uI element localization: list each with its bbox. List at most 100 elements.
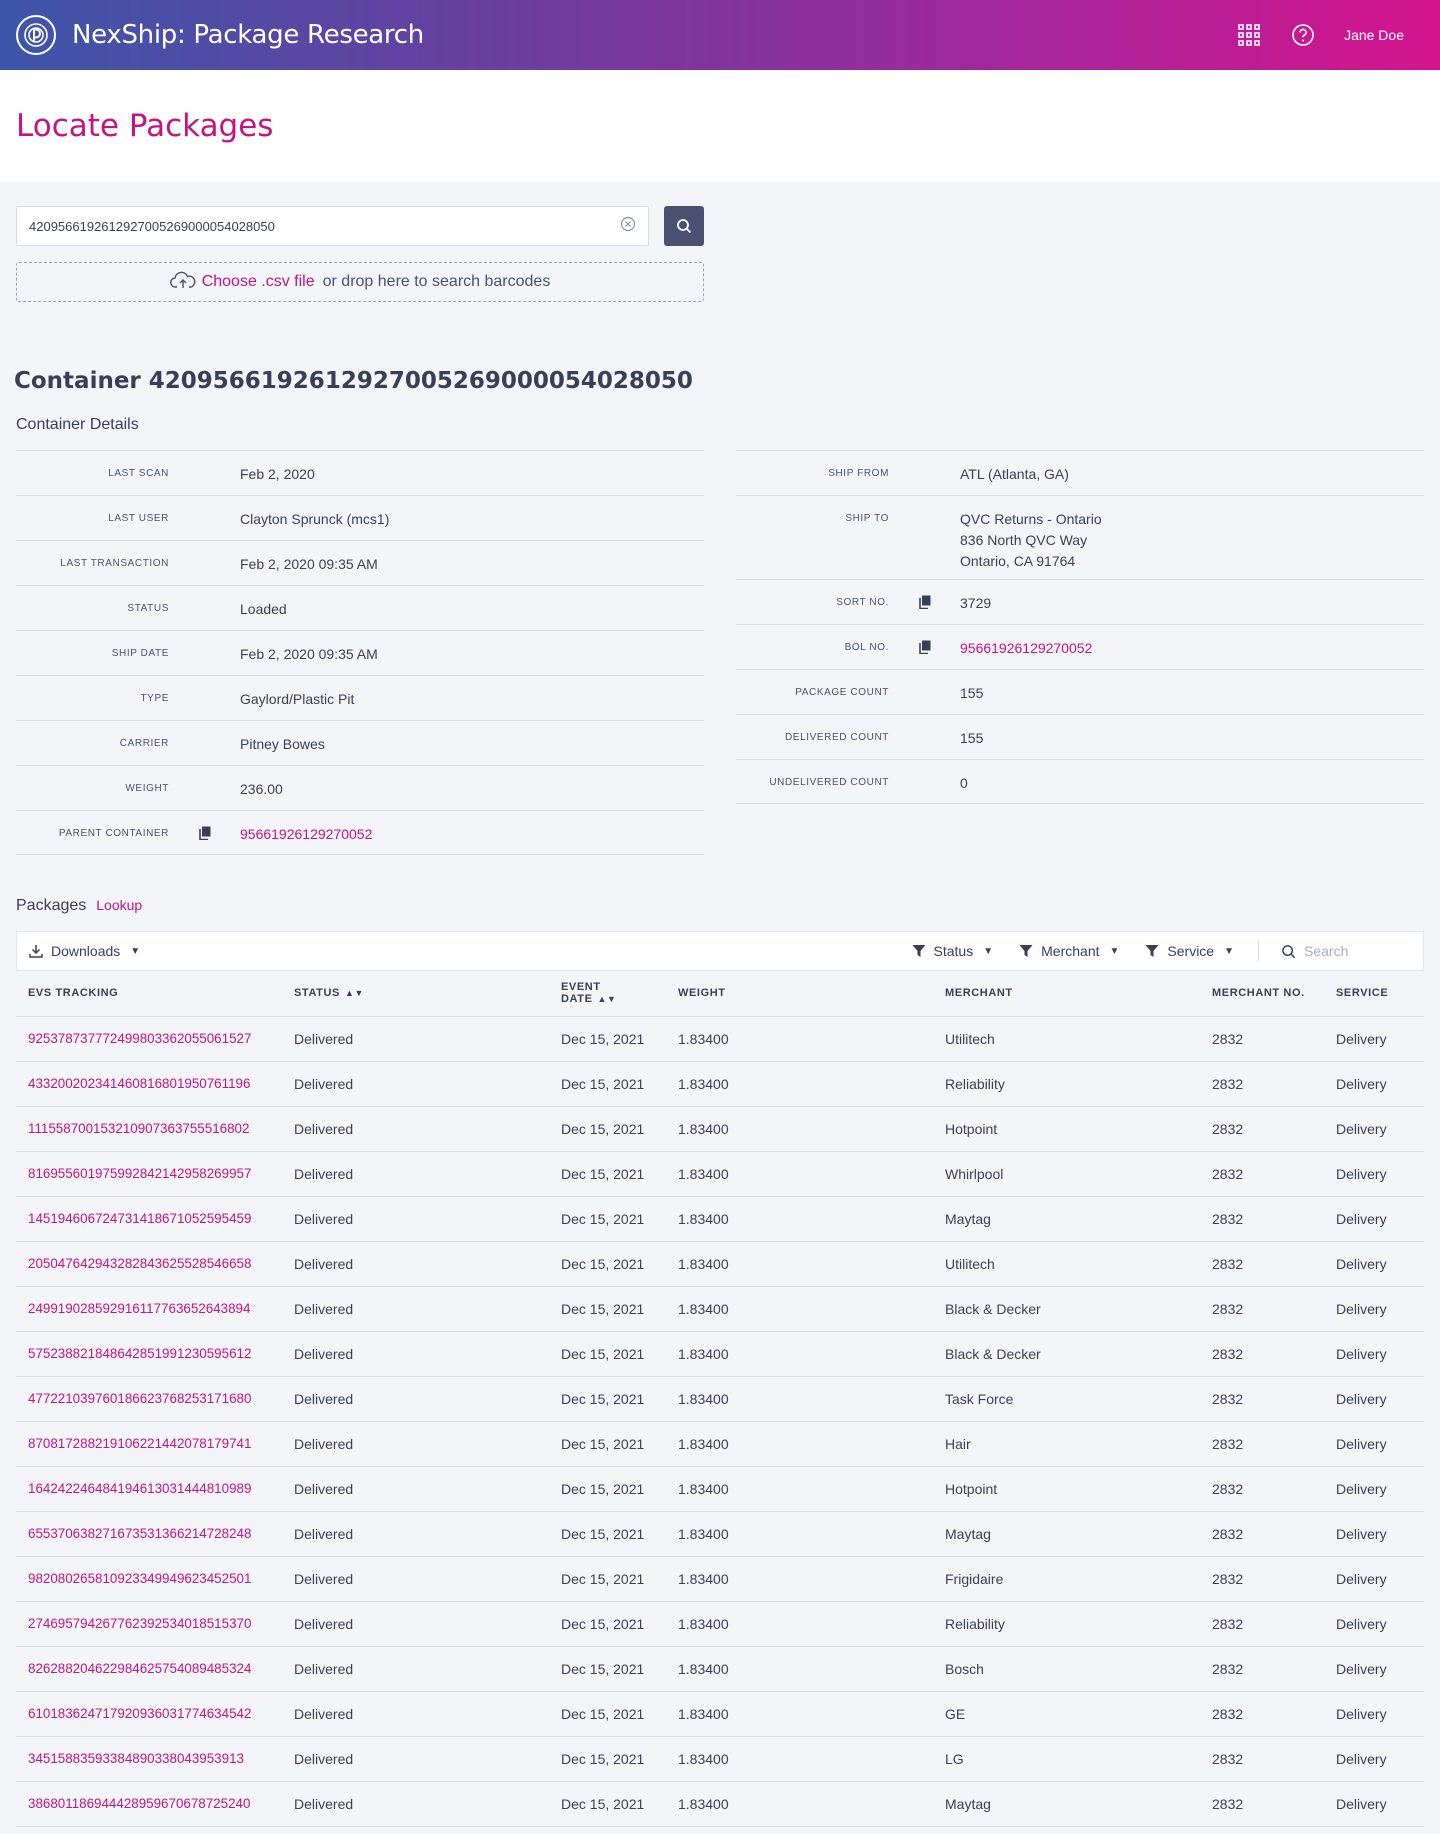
cell-service: Delivery [1324,1151,1424,1197]
apps-grid-icon[interactable] [1236,22,1262,48]
detail-row: SHIP FROM ATL (Atlanta, GA) [736,450,1424,495]
cell-status: Delivered [282,1061,549,1107]
cell-tracking-number[interactable]: 925378737772499803362055061527 [16,1016,282,1062]
cell-status: Delivered [282,1781,549,1827]
table-row[interactable]: 655370638271673531366214728248 Delivered D… [16,1511,1424,1557]
col-header-event-date[interactable]: EVENT DATE ▲▼ [549,971,666,1017]
table-row[interactable]: 433200202341460816801950761196 Delivered D… [16,1061,1424,1107]
cell-service: Delivery [1324,1016,1424,1062]
copy-icon[interactable] [918,640,931,659]
service-filter[interactable]: Service ▼ [1145,943,1234,959]
col-header-merchant[interactable]: MERCHANT [933,971,1200,1017]
table-search-input[interactable]: Search [1281,943,1411,959]
table-row[interactable]: 249919028592916117763652643894 Delivered D… [16,1286,1424,1332]
col-header-evs-tracking[interactable]: EVS TRACKING [16,971,282,1017]
cell-tracking-number[interactable]: 111558700153210907363755516802 [16,1106,282,1152]
downloads-dropdown[interactable]: Downloads ▼ [29,943,140,959]
cell-merchant: Black & Decker [933,1331,1200,1377]
table-row[interactable]: 164242246484194613031444810989 Delivered D… [16,1466,1424,1512]
table-row[interactable]: 274695794267762392534018515370 Delivered D… [16,1601,1424,1647]
table-row[interactable]: 816955601975992842142958269957 Delivered D… [16,1151,1424,1197]
address-line: Ontario, CA 91764 [960,553,1076,569]
cell-tracking-number[interactable]: 655370638271673531366214728248 [16,1511,282,1557]
copy-slot [889,595,960,614]
sort-icon[interactable]: ▲▼ [598,994,617,1004]
csv-dropzone[interactable]: Choose .csv file or drop here to search … [16,262,704,302]
cell-tracking-number[interactable]: 205047642943282843625528546658 [16,1241,282,1287]
detail-value[interactable]: 95661926129270052 [960,638,1092,659]
choose-csv-link[interactable]: Choose .csv file [202,273,315,291]
cell-weight: 1.83400 [666,1601,933,1647]
table-row[interactable]: 145194606724731418671052595459 Delivered D… [16,1196,1424,1242]
cell-tracking-number[interactable]: 982080265810923349949623452501 [16,1556,282,1602]
cell-status: Delivered [282,1646,549,1692]
search-button[interactable] [664,206,704,246]
packages-toolbar: Downloads ▼ Status ▼ Merchant ▼ Service … [16,931,1424,971]
copy-icon[interactable] [918,595,931,614]
clear-icon[interactable] [620,216,636,237]
cell-event-date: Dec 15, 2021 [549,1691,666,1737]
table-row[interactable]: 111558700153210907363755516802 Delivered D… [16,1106,1424,1152]
col-header-status[interactable]: STATUS ▲▼ [282,971,549,1017]
top-navigation-bar: NexShip: Package Research Jane Doe [0,0,1440,70]
detail-value: 236.00 [240,781,283,797]
col-header-merchant-no[interactable]: MERCHANT NO. [1200,971,1324,1017]
cell-tracking-number[interactable]: 386801186944428959670678725240 [16,1781,282,1827]
filter-icon [912,945,926,957]
cell-merchant-no: 2832 [1200,1736,1324,1782]
cell-tracking-number[interactable]: 870817288219106221442078179741 [16,1421,282,1467]
barcode-search-input[interactable]: 4209566192612927005269000054028050 [16,206,650,246]
cell-service: Delivery [1324,1511,1424,1557]
cell-tracking-number[interactable]: 249919028592916117763652643894 [16,1286,282,1332]
cell-merchant-no: 2832 [1200,1061,1324,1107]
cell-service: Delivery [1324,1376,1424,1422]
col-header-service[interactable]: SERVICE [1324,971,1424,1017]
lookup-link[interactable]: Lookup [96,897,142,913]
cell-merchant-no: 2832 [1200,1556,1324,1602]
cell-tracking-number[interactable]: 164242246484194613031444810989 [16,1466,282,1512]
col-header-weight[interactable]: WEIGHT [666,971,933,1017]
app-logo-icon[interactable] [16,15,56,55]
cell-tracking-number[interactable]: 34515883593384890338043953913 [16,1736,282,1782]
status-filter[interactable]: Status ▼ [912,943,993,959]
cell-tracking-number[interactable]: 433200202341460816801950761196 [16,1061,282,1107]
detail-value: Pitney Bowes [240,736,325,752]
table-row[interactable]: 205047642943282843625528546658 Delivered D… [16,1241,1424,1287]
detail-value[interactable]: 95661926129270052 [240,824,372,845]
table-row[interactable]: 826288204622984625754089485324 Delivered D… [16,1646,1424,1692]
cell-event-date: Dec 15, 2021 [549,1421,666,1467]
search-icon [677,219,692,234]
help-icon[interactable] [1290,22,1316,48]
cell-tracking-number[interactable]: 575238821848642851991230595612 [16,1331,282,1377]
merchant-filter[interactable]: Merchant ▼ [1019,943,1119,959]
cell-tracking-number[interactable]: 274695794267762392534018515370 [16,1601,282,1647]
sort-icon[interactable]: ▲▼ [345,988,364,998]
cell-merchant: Hair [933,1421,1200,1467]
table-row[interactable]: 870817288219106221442078179741 Delivered D… [16,1421,1424,1467]
cell-tracking-number[interactable]: 816955601975992842142958269957 [16,1151,282,1197]
cell-weight: 1.83400 [666,1061,933,1107]
cell-merchant-no: 2832 [1200,1691,1324,1737]
table-row[interactable]: 925378737772499803362055061527 Delivered D… [16,1016,1424,1062]
table-row[interactable]: 982080265810923349949623452501 Delivered D… [16,1556,1424,1602]
cell-tracking-number[interactable]: 610183624717920936031774634542 [16,1691,282,1737]
cell-tracking-number[interactable]: 826288204622984625754089485324 [16,1646,282,1692]
cell-tracking-number[interactable]: 477221039760186623768253171680 [16,1376,282,1422]
table-row[interactable]: 477221039760186623768253171680 Delivered D… [16,1376,1424,1422]
copy-slot [169,826,240,845]
detail-label: SORT NO. [836,597,889,608]
cell-status: Delivered [282,1556,549,1602]
cell-service: Delivery [1324,1781,1424,1827]
copy-icon[interactable] [198,826,211,845]
cell-service: Delivery [1324,1196,1424,1242]
cell-tracking-number[interactable]: 145194606724731418671052595459 [16,1196,282,1242]
cell-service: Delivery [1324,1646,1424,1692]
merchant-filter-label: Merchant [1041,943,1100,959]
user-menu[interactable]: Jane Doe [1344,27,1404,43]
table-row[interactable]: 575238821848642851991230595612 Delivered D… [16,1331,1424,1377]
table-row[interactable]: 34515883593384890338043953913 Delivered De… [16,1736,1424,1782]
table-row[interactable]: 386801186944428959670678725240 Delivered D… [16,1781,1424,1827]
table-row[interactable]: 610183624717920936031774634542 Delivered D… [16,1691,1424,1737]
cell-event-date: Dec 15, 2021 [549,1736,666,1782]
cell-status: Delivered [282,1376,549,1422]
